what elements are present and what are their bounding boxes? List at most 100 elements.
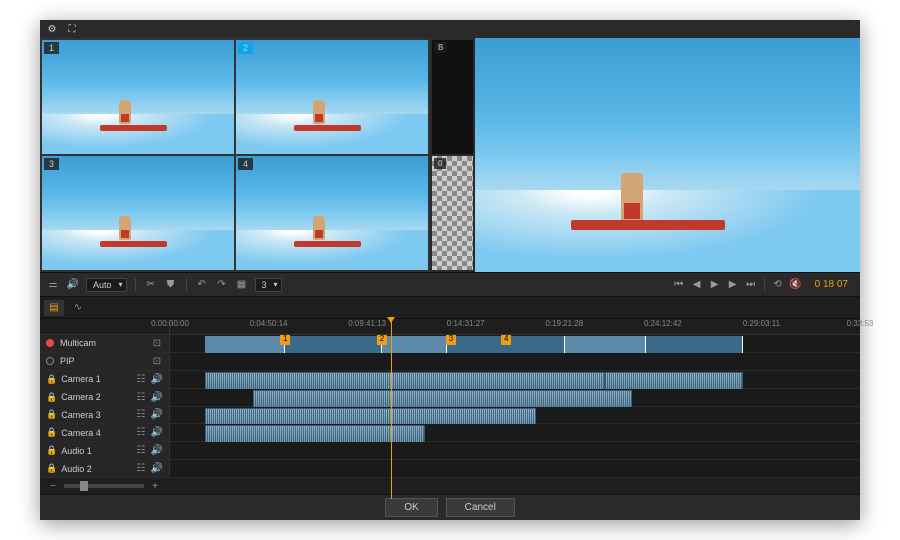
camera-cell-1[interactable]: 1	[42, 40, 234, 154]
track-lane[interactable]	[170, 407, 860, 424]
track-options-icon[interactable]: ☷	[135, 373, 147, 385]
track-name: PIP	[60, 356, 147, 366]
cut-icon[interactable]: ✂	[144, 278, 158, 292]
lock-icon[interactable]: 🔒	[46, 445, 57, 456]
volume-icon[interactable]: 🔊	[66, 278, 80, 292]
lock-icon[interactable]: 🔒	[46, 374, 57, 385]
track-name: Camera 1	[61, 374, 131, 384]
tab-waveform-icon[interactable]: ∿	[68, 300, 88, 316]
timeline-ruler[interactable]: 0:00:00:000:04:50:140:09:41:130:14:31:27…	[40, 319, 860, 335]
track-name: Camera 4	[61, 428, 131, 438]
track-header: Multicam⊡	[40, 335, 170, 352]
prev-frame-icon[interactable]: ◀	[690, 278, 704, 292]
track-lane[interactable]	[170, 371, 860, 388]
multicam-source-grid: 1 234	[40, 38, 430, 272]
ruler-tick: 0:14:31:27	[447, 319, 485, 328]
video-clip[interactable]	[253, 390, 633, 408]
video-clip[interactable]	[205, 408, 536, 426]
video-clip[interactable]	[205, 372, 605, 390]
track-options-icon[interactable]: ⊡	[151, 337, 163, 349]
video-clip[interactable]	[605, 372, 743, 390]
slot-label: B	[434, 42, 447, 53]
skip-end-icon[interactable]: ⏭	[744, 278, 758, 292]
camera-cell-2[interactable]: 2	[236, 40, 428, 154]
volume-mode-dropdown[interactable]: Auto	[86, 278, 127, 292]
camera-cell-3[interactable]: 3	[42, 156, 234, 270]
play-icon[interactable]: ▶	[708, 278, 722, 292]
divider	[135, 278, 136, 292]
drop-slot-0[interactable]: 0	[432, 156, 473, 270]
gear-icon[interactable]: ⚙	[46, 23, 58, 35]
speaker-icon[interactable]: 🔊	[151, 463, 163, 475]
track-camera-4: 🔒 Camera 4 ☷ 🔊	[40, 424, 860, 442]
redo-icon[interactable]: ↷	[215, 278, 229, 292]
zoom-in-icon[interactable]: +	[148, 479, 162, 493]
clip-marker[interactable]: 4	[501, 335, 511, 345]
zoom-bar: − +	[40, 478, 860, 494]
grid-icon[interactable]: ▦	[235, 278, 249, 292]
next-frame-icon[interactable]: ▶	[726, 278, 740, 292]
track-name: Audio 2	[61, 464, 131, 474]
expand-icon[interactable]: ⛶	[66, 23, 78, 35]
speaker-icon[interactable]: 🔊	[151, 391, 163, 403]
shield-icon[interactable]: ⛊	[164, 278, 178, 292]
clip-marker[interactable]: 1	[280, 335, 290, 345]
track-header: PIP ⊡	[40, 353, 170, 370]
lock-icon[interactable]: 🔒	[46, 392, 57, 403]
main-preview-monitor[interactable]	[475, 38, 860, 272]
track-audio-1: 🔒Audio 1☷🔊	[40, 442, 860, 460]
track-options-icon[interactable]: ☷	[135, 445, 147, 457]
track-options-icon[interactable]: ⊡	[151, 355, 163, 367]
track-pip: PIP ⊡	[40, 353, 860, 371]
lock-icon[interactable]: 🔒	[46, 409, 57, 420]
zoom-out-icon[interactable]: −	[46, 479, 60, 493]
camera-number-badge: 1	[44, 42, 59, 54]
lock-icon[interactable]: 🔒	[46, 427, 57, 438]
track-header: 🔒 Camera 2 ☷ 🔊	[40, 389, 170, 406]
timecode-display: 0 18 07	[809, 279, 854, 290]
track-lane[interactable]	[170, 353, 860, 370]
cancel-button[interactable]: Cancel	[446, 498, 515, 517]
speaker-icon[interactable]: 🔊	[151, 445, 163, 457]
lock-icon[interactable]: 🔒	[46, 463, 57, 474]
track-name: Camera 3	[61, 410, 131, 420]
divider	[186, 278, 187, 292]
clip-marker[interactable]: 2	[377, 335, 387, 345]
track-options-icon[interactable]: ☷	[135, 427, 147, 439]
track-header: 🔒 Camera 4 ☷ 🔊	[40, 424, 170, 441]
ok-button[interactable]: OK	[385, 498, 437, 517]
record-icon	[46, 339, 54, 347]
ruler-tick: 0:33:53	[847, 319, 874, 328]
zoom-slider[interactable]	[64, 484, 144, 488]
clip-marker[interactable]: 3	[446, 335, 456, 345]
track-lane[interactable]	[170, 442, 860, 459]
speaker-icon[interactable]: 🔊	[151, 409, 163, 421]
speaker-icon[interactable]: 🔊	[151, 373, 163, 385]
circle-icon	[46, 357, 54, 365]
mute-icon[interactable]: 🔇	[789, 278, 803, 292]
speaker-icon[interactable]: 🔊	[151, 427, 163, 439]
skip-start-icon[interactable]: ⏮	[672, 278, 686, 292]
undo-icon[interactable]: ↶	[195, 278, 209, 292]
track-camera-3: 🔒 Camera 3 ☷ 🔊	[40, 407, 860, 425]
side-slot-column: B0	[430, 38, 475, 272]
track-lane[interactable]: 1 2 3 4	[170, 335, 860, 352]
step-dropdown[interactable]: 3	[255, 278, 282, 292]
track-name: Camera 2	[61, 392, 131, 402]
video-clip[interactable]	[205, 425, 426, 443]
track-header: 🔒 Camera 3 ☷ 🔊	[40, 407, 170, 424]
title-bar: ⚙ ⛶	[40, 20, 860, 38]
tab-storyboard-icon[interactable]: ▤	[44, 300, 64, 316]
slot-label: 0	[434, 158, 446, 169]
track-options-icon[interactable]: ☷	[135, 409, 147, 421]
track-options-icon[interactable]: ☷	[135, 463, 147, 475]
loop-icon[interactable]: ⟲	[771, 278, 785, 292]
track-lane[interactable]	[170, 424, 860, 441]
track-lane[interactable]	[170, 460, 860, 477]
camera-cell-4[interactable]: 4	[236, 156, 428, 270]
track-options-icon[interactable]: ☷	[135, 391, 147, 403]
drop-slot-B[interactable]: B	[432, 40, 473, 154]
playhead[interactable]	[391, 319, 392, 499]
mixer-icon[interactable]: ⚌	[46, 278, 60, 292]
track-lane[interactable]	[170, 389, 860, 406]
